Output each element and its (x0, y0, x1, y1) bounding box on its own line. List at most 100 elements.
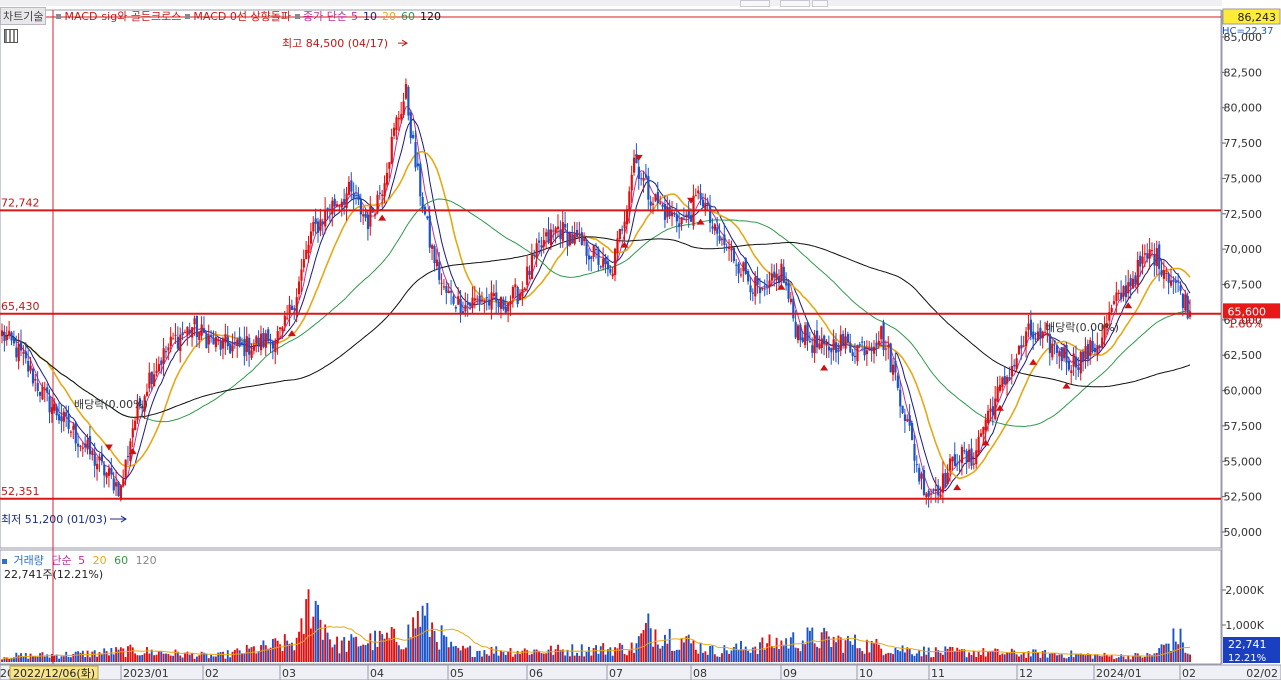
grid-icon[interactable] (4, 29, 18, 43)
volume-bar (811, 627, 814, 662)
volume-bar (906, 647, 909, 662)
candle-body (428, 215, 431, 248)
legend-macd-zero[interactable]: MACD 0선 상향돌파 (193, 8, 291, 24)
volume-bar (1029, 656, 1032, 662)
candle-body (212, 337, 215, 345)
candle-body (105, 472, 108, 478)
volume-bar (856, 648, 859, 662)
volume-bar (473, 657, 476, 662)
candle-body (162, 348, 165, 364)
candle-body (825, 343, 828, 346)
candle-body (60, 416, 63, 422)
volume-bar (400, 649, 403, 662)
volume-bar (1008, 652, 1011, 662)
volume-bar (965, 657, 968, 662)
candle-body (502, 299, 505, 310)
volume-bar (680, 638, 683, 662)
candle-body (274, 340, 277, 353)
volume-bar (119, 647, 122, 662)
candle-body (1110, 307, 1113, 313)
candlestick (744, 257, 747, 276)
candle-body (107, 468, 111, 476)
volume-bar (690, 643, 693, 662)
volume-bar (136, 655, 139, 662)
candle-body (305, 249, 308, 260)
candlestick (117, 480, 120, 497)
candle-body (758, 287, 762, 294)
volume-bar (799, 651, 802, 662)
volume-bar (766, 643, 769, 662)
price-chart[interactable]: 72,742 65,430 52,351 50,000 52,500 55,000 57,… (0, 0, 1281, 680)
volume-bar (972, 651, 975, 662)
candle-body (554, 227, 557, 233)
candle-body (1143, 253, 1147, 255)
candle-body (207, 335, 210, 345)
volume-bar (1084, 655, 1087, 662)
legend-ma-label[interactable]: 종가 단순 (303, 8, 347, 24)
volume-bar (549, 645, 552, 662)
volume-bar (492, 653, 495, 662)
candle-body (210, 335, 213, 338)
volume-bar (438, 649, 441, 662)
volume-bar (735, 643, 738, 662)
volume-bar (326, 632, 329, 662)
volume-bar (882, 655, 885, 662)
volume-bar (388, 638, 391, 662)
candle-body (480, 300, 484, 302)
month-label: 11 (931, 667, 945, 680)
volume-bar (913, 655, 916, 662)
volume-bar (300, 618, 303, 662)
volume-bar (865, 639, 868, 662)
legend-macd-golden[interactable]: MACD-sig와 골든크로스 (64, 8, 181, 24)
candle-body (497, 301, 500, 308)
volume-bar (267, 648, 270, 662)
price-pane-frame (0, 9, 1222, 549)
candle-body (606, 261, 610, 270)
price-tick-label: 72,500 (1224, 208, 1263, 221)
candle-body (200, 324, 203, 336)
candle-body (476, 298, 479, 300)
x-axis-bar (0, 664, 1281, 680)
volume-bar (573, 655, 576, 662)
candle-body (547, 229, 550, 243)
volume-bar (863, 653, 866, 662)
volume-bar (585, 651, 588, 662)
candle-body (637, 166, 640, 179)
candle-body (521, 289, 524, 297)
candle-body (958, 460, 961, 462)
candle-body (849, 343, 852, 353)
chart-tech-tab[interactable]: 차트기술 (0, 7, 47, 25)
candle-body (946, 472, 949, 485)
candlestick (205, 330, 208, 349)
candle-body (518, 293, 522, 301)
volume-bar (509, 648, 512, 662)
price-tick-label: 50,000 (1224, 526, 1263, 539)
volume-bar (797, 648, 799, 662)
candle-body (471, 297, 474, 308)
candlestick (267, 327, 270, 344)
candle-body (1077, 367, 1080, 370)
candle-body (62, 411, 65, 422)
candle-body (725, 246, 728, 249)
candle-body (804, 325, 807, 346)
month-label: 07 (609, 667, 623, 680)
volume-bar (250, 647, 253, 662)
volume-bar (704, 651, 707, 662)
volume-bar (452, 646, 455, 662)
volume-bar (1096, 654, 1099, 662)
candle-body (1053, 340, 1056, 343)
volume-bar (1177, 644, 1180, 662)
volume-bar (1, 659, 3, 662)
candle-body (183, 331, 187, 333)
candle-body (492, 293, 496, 297)
volume-bar (1117, 657, 1120, 662)
volume-bar (756, 654, 759, 662)
candle-body (231, 345, 234, 352)
candle-body (321, 221, 324, 224)
candle-body (984, 419, 987, 431)
candle-body (435, 259, 439, 267)
legend-marker-icon (2, 559, 7, 564)
candle-body (597, 248, 600, 265)
candle-body (504, 306, 507, 313)
volume-bar (307, 589, 310, 662)
